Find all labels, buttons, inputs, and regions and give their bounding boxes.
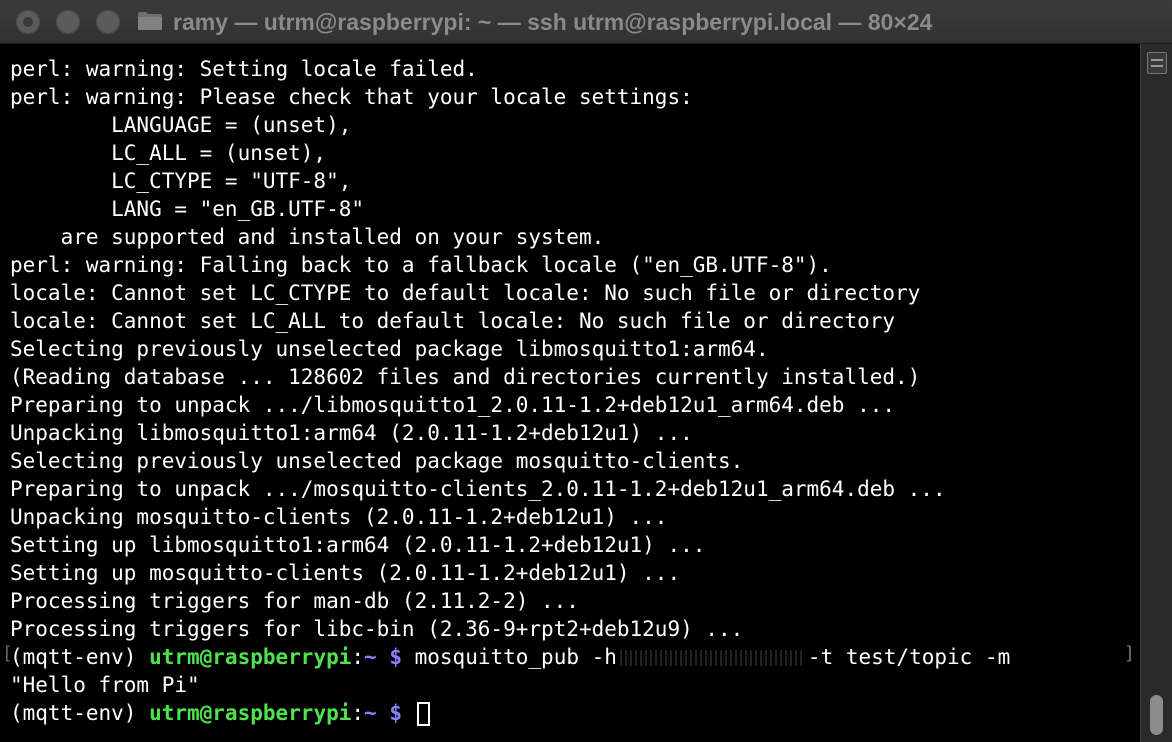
folder-icon <box>138 12 162 30</box>
prompt-user-host: utrm@raspberrypi <box>149 701 352 725</box>
close-icon[interactable] <box>16 10 40 34</box>
wrap-marker-left: [ <box>2 643 13 664</box>
command-text: mosquitto_pub -h <box>401 645 617 669</box>
output-line: perl: warning: Falling back to a fallbac… <box>10 253 832 277</box>
output-line: LC_ALL = (unset), <box>10 141 327 165</box>
wrap-marker-right: ] <box>1124 643 1135 664</box>
output-line: perl: warning: Please check that your lo… <box>10 85 693 109</box>
output-line: perl: warning: Setting locale failed. <box>10 57 478 81</box>
output-line: Unpacking mosquitto-clients (2.0.11-1.2+… <box>10 505 668 529</box>
output-line: are supported and installed on your syst… <box>10 225 605 249</box>
prompt-path: ~ <box>364 701 377 725</box>
output-line: Selecting previously unselected package … <box>10 449 744 473</box>
output-line: LANG = "en_GB.UTF-8" <box>10 197 365 221</box>
prompt-separator: : <box>351 701 365 725</box>
terminal-window: ramy — utrm@raspberrypi: ~ — ssh utrm@ra… <box>0 0 1172 742</box>
active-prompt-line[interactable]: (mqtt-env) utrm@raspberrypi:~ $ <box>10 699 1010 727</box>
title-bar[interactable]: ramy — utrm@raspberrypi: ~ — ssh utrm@ra… <box>0 0 1172 44</box>
output-line: (Reading database ... 128602 files and d… <box>10 365 921 389</box>
terminal-content[interactable]: perl: warning: Setting locale failed. pe… <box>0 44 1140 742</box>
prompt-path: ~ <box>364 645 377 669</box>
output-line: Preparing to unpack .../libmosquitto1_2.… <box>10 393 896 417</box>
text-cursor[interactable] <box>416 702 430 726</box>
minimize-icon[interactable] <box>56 10 80 34</box>
prompt-dollar: $ <box>376 645 402 669</box>
prompt-env: (mqtt-env) <box>10 701 150 725</box>
output-line: LANGUAGE = (unset), <box>10 113 352 137</box>
command-continuation: "Hello from Pi" <box>10 673 200 697</box>
terminal-output: perl: warning: Setting locale failed. pe… <box>10 55 1010 727</box>
scrollbar-thumb[interactable] <box>1150 695 1163 735</box>
output-line: Unpacking libmosquitto1:arm64 (2.0.11-1.… <box>10 421 693 445</box>
output-line: Setting up mosquitto-clients (2.0.11-1.2… <box>10 561 681 585</box>
output-line: Selecting previously unselected package … <box>10 337 769 361</box>
output-line: Processing triggers for man-db (2.11.2-2… <box>10 589 579 613</box>
command-line: (mqtt-env) utrm@raspberrypi:~ $ mosquitt… <box>10 643 1010 671</box>
zoom-icon[interactable] <box>96 10 120 34</box>
output-line: Processing triggers for libc-bin (2.36-9… <box>10 617 744 641</box>
command-text: -t test/topic -m <box>807 645 1011 669</box>
prompt-user-host: utrm@raspberrypi <box>149 645 352 669</box>
vertical-scrollbar[interactable] <box>1140 44 1172 742</box>
prompt-separator: : <box>351 645 365 669</box>
output-line: Preparing to unpack .../mosquitto-client… <box>10 477 946 501</box>
split-pane-icon[interactable] <box>1147 52 1167 74</box>
output-line: Setting up libmosquitto1:arm64 (2.0.11-1… <box>10 533 706 557</box>
output-line: locale: Cannot set LC_ALL to default loc… <box>10 309 896 333</box>
prompt-env: (mqtt-env) <box>10 645 150 669</box>
redacted-host <box>619 650 805 666</box>
window-title: ramy — utrm@raspberrypi: ~ — ssh utrm@ra… <box>173 9 933 35</box>
output-line: locale: Cannot set LC_CTYPE to default l… <box>10 281 921 305</box>
prompt-dollar: $ <box>376 701 402 725</box>
output-line: LC_CTYPE = "UTF-8", <box>10 169 352 193</box>
